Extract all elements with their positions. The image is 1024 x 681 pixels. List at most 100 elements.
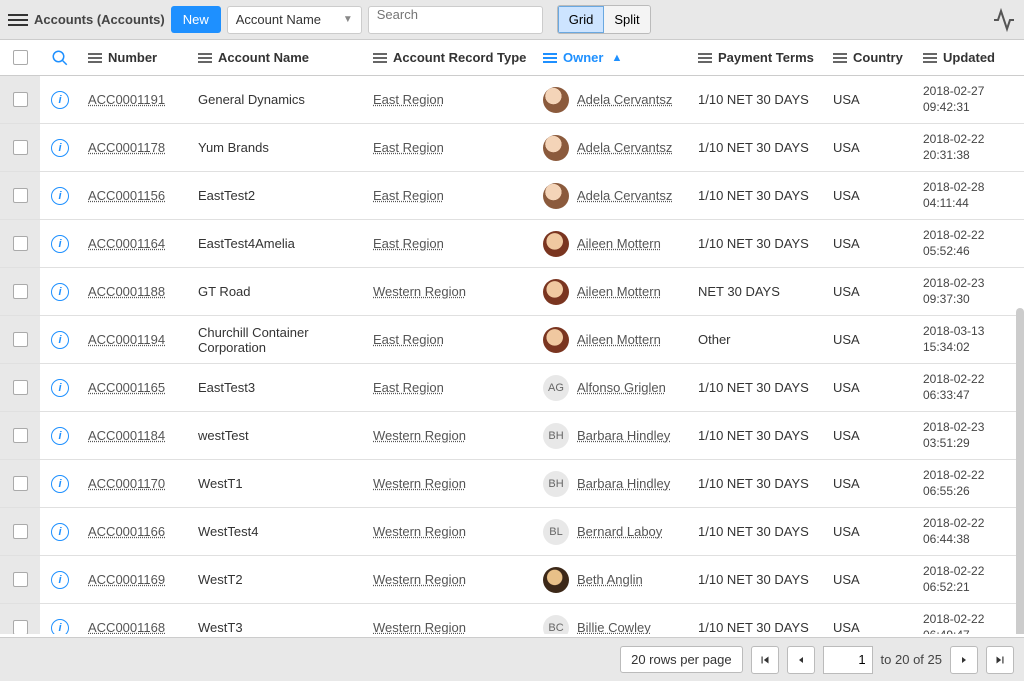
record-type-link[interactable]: Western Region <box>373 524 466 539</box>
account-number-link[interactable]: ACC0001164 <box>88 236 165 251</box>
filter-field-select[interactable]: Account Name ▼ <box>227 6 362 34</box>
menu-icon[interactable] <box>8 10 28 30</box>
info-icon[interactable]: i <box>51 475 69 493</box>
column-header-record-type[interactable]: Account Record Type <box>365 50 535 65</box>
column-header-country[interactable]: Country <box>825 50 915 65</box>
owner-link[interactable]: Adela Cervantsz <box>577 188 672 203</box>
page-number-input[interactable] <box>823 646 873 674</box>
owner-link[interactable]: Bernard Laboy <box>577 524 662 539</box>
view-grid-button[interactable]: Grid <box>558 6 605 33</box>
account-number-link[interactable]: ACC0001166 <box>88 524 165 539</box>
account-number-link[interactable]: ACC0001168 <box>88 620 165 634</box>
cell-account-name: westTest <box>190 428 365 443</box>
cell-record-type: Western Region <box>365 428 535 443</box>
table-row: i ACC0001188 GT Road Western Region Aileen M… <box>0 268 1024 316</box>
search-icon[interactable] <box>51 49 69 67</box>
owner-link[interactable]: Beth Anglin <box>577 572 643 587</box>
row-checkbox[interactable] <box>13 188 28 203</box>
record-type-link[interactable]: East Region <box>373 380 444 395</box>
row-checkbox[interactable] <box>13 476 28 491</box>
view-split-button[interactable]: Split <box>604 6 649 33</box>
cell-account-name: General Dynamics <box>190 92 365 107</box>
account-number-link[interactable]: ACC0001170 <box>88 476 165 491</box>
row-checkbox[interactable] <box>13 92 28 107</box>
record-type-link[interactable]: East Region <box>373 188 444 203</box>
row-checkbox[interactable] <box>13 236 28 251</box>
account-number-link[interactable]: ACC0001191 <box>88 92 165 107</box>
sort-icon <box>923 53 937 63</box>
column-header-updated[interactable]: Updated <box>915 50 1020 65</box>
activity-icon[interactable] <box>992 8 1016 32</box>
cell-record-type: Western Region <box>365 620 535 634</box>
info-icon[interactable]: i <box>51 139 69 157</box>
row-checkbox[interactable] <box>13 140 28 155</box>
info-icon[interactable]: i <box>51 235 69 253</box>
info-icon[interactable]: i <box>51 187 69 205</box>
column-header-number[interactable]: Number <box>80 50 190 65</box>
info-icon[interactable]: i <box>51 379 69 397</box>
row-checkbox[interactable] <box>13 332 28 347</box>
account-number-link[interactable]: ACC0001156 <box>88 188 165 203</box>
record-type-link[interactable]: East Region <box>373 332 444 347</box>
page-title: Accounts (Accounts) <box>34 12 165 27</box>
header-checkbox-cell <box>0 50 40 65</box>
row-checkbox[interactable] <box>13 572 28 587</box>
column-header-payment-terms[interactable]: Payment Terms <box>690 50 825 65</box>
new-button[interactable]: New <box>171 6 221 33</box>
column-header-owner[interactable]: Owner ▲ <box>535 50 690 65</box>
record-type-link[interactable]: Western Region <box>373 284 466 299</box>
row-checkbox[interactable] <box>13 620 28 634</box>
prev-page-button[interactable] <box>787 646 815 674</box>
owner-link[interactable]: Barbara Hindley <box>577 476 670 491</box>
record-type-link[interactable]: Western Region <box>373 428 466 443</box>
info-icon[interactable]: i <box>51 331 69 349</box>
row-info-cell: i <box>40 283 80 301</box>
record-type-link[interactable]: East Region <box>373 140 444 155</box>
first-page-button[interactable] <box>751 646 779 674</box>
row-checkbox-cell <box>0 556 40 603</box>
account-number-link[interactable]: ACC0001188 <box>88 284 165 299</box>
record-type-link[interactable]: Western Region <box>373 620 466 634</box>
owner-link[interactable]: Aileen Mottern <box>577 284 661 299</box>
record-type-link[interactable]: East Region <box>373 236 444 251</box>
row-checkbox-cell <box>0 508 40 555</box>
account-number-link[interactable]: ACC0001165 <box>88 380 165 395</box>
account-number-link[interactable]: ACC0001178 <box>88 140 165 155</box>
info-icon[interactable]: i <box>51 523 69 541</box>
row-checkbox[interactable] <box>13 284 28 299</box>
select-all-checkbox[interactable] <box>13 50 28 65</box>
record-type-link[interactable]: Western Region <box>373 572 466 587</box>
account-number-link[interactable]: ACC0001169 <box>88 572 165 587</box>
row-checkbox[interactable] <box>13 524 28 539</box>
search-input[interactable] <box>377 7 534 22</box>
scrollbar[interactable] <box>1016 308 1024 634</box>
info-icon[interactable]: i <box>51 91 69 109</box>
cell-payment-terms: 1/10 NET 30 DAYS <box>690 428 825 443</box>
owner-link[interactable]: Billie Cowley <box>577 620 651 634</box>
owner-link[interactable]: Adela Cervantsz <box>577 140 672 155</box>
account-number-link[interactable]: ACC0001194 <box>88 332 165 347</box>
toolbar: Accounts (Accounts) New Account Name ▼ G… <box>0 0 1024 40</box>
owner-link[interactable]: Alfonso Griglen <box>577 380 666 395</box>
last-page-button[interactable] <box>986 646 1014 674</box>
owner-link[interactable]: Barbara Hindley <box>577 428 670 443</box>
owner-link[interactable]: Aileen Mottern <box>577 236 661 251</box>
cell-record-type: East Region <box>365 236 535 251</box>
info-icon[interactable]: i <box>51 571 69 589</box>
row-checkbox[interactable] <box>13 428 28 443</box>
row-info-cell: i <box>40 523 80 541</box>
account-number-link[interactable]: ACC0001184 <box>88 428 165 443</box>
next-page-button[interactable] <box>950 646 978 674</box>
column-header-account-name[interactable]: Account Name <box>190 50 365 65</box>
avatar: BH <box>543 423 569 449</box>
owner-link[interactable]: Aileen Mottern <box>577 332 661 347</box>
row-checkbox[interactable] <box>13 380 28 395</box>
info-icon[interactable]: i <box>51 619 69 635</box>
info-icon[interactable]: i <box>51 283 69 301</box>
owner-link[interactable]: Adela Cervantsz <box>577 92 672 107</box>
rows-per-page-select[interactable]: 20 rows per page <box>620 646 742 673</box>
info-icon[interactable]: i <box>51 427 69 445</box>
record-type-link[interactable]: East Region <box>373 92 444 107</box>
cell-account-name: GT Road <box>190 284 365 299</box>
record-type-link[interactable]: Western Region <box>373 476 466 491</box>
